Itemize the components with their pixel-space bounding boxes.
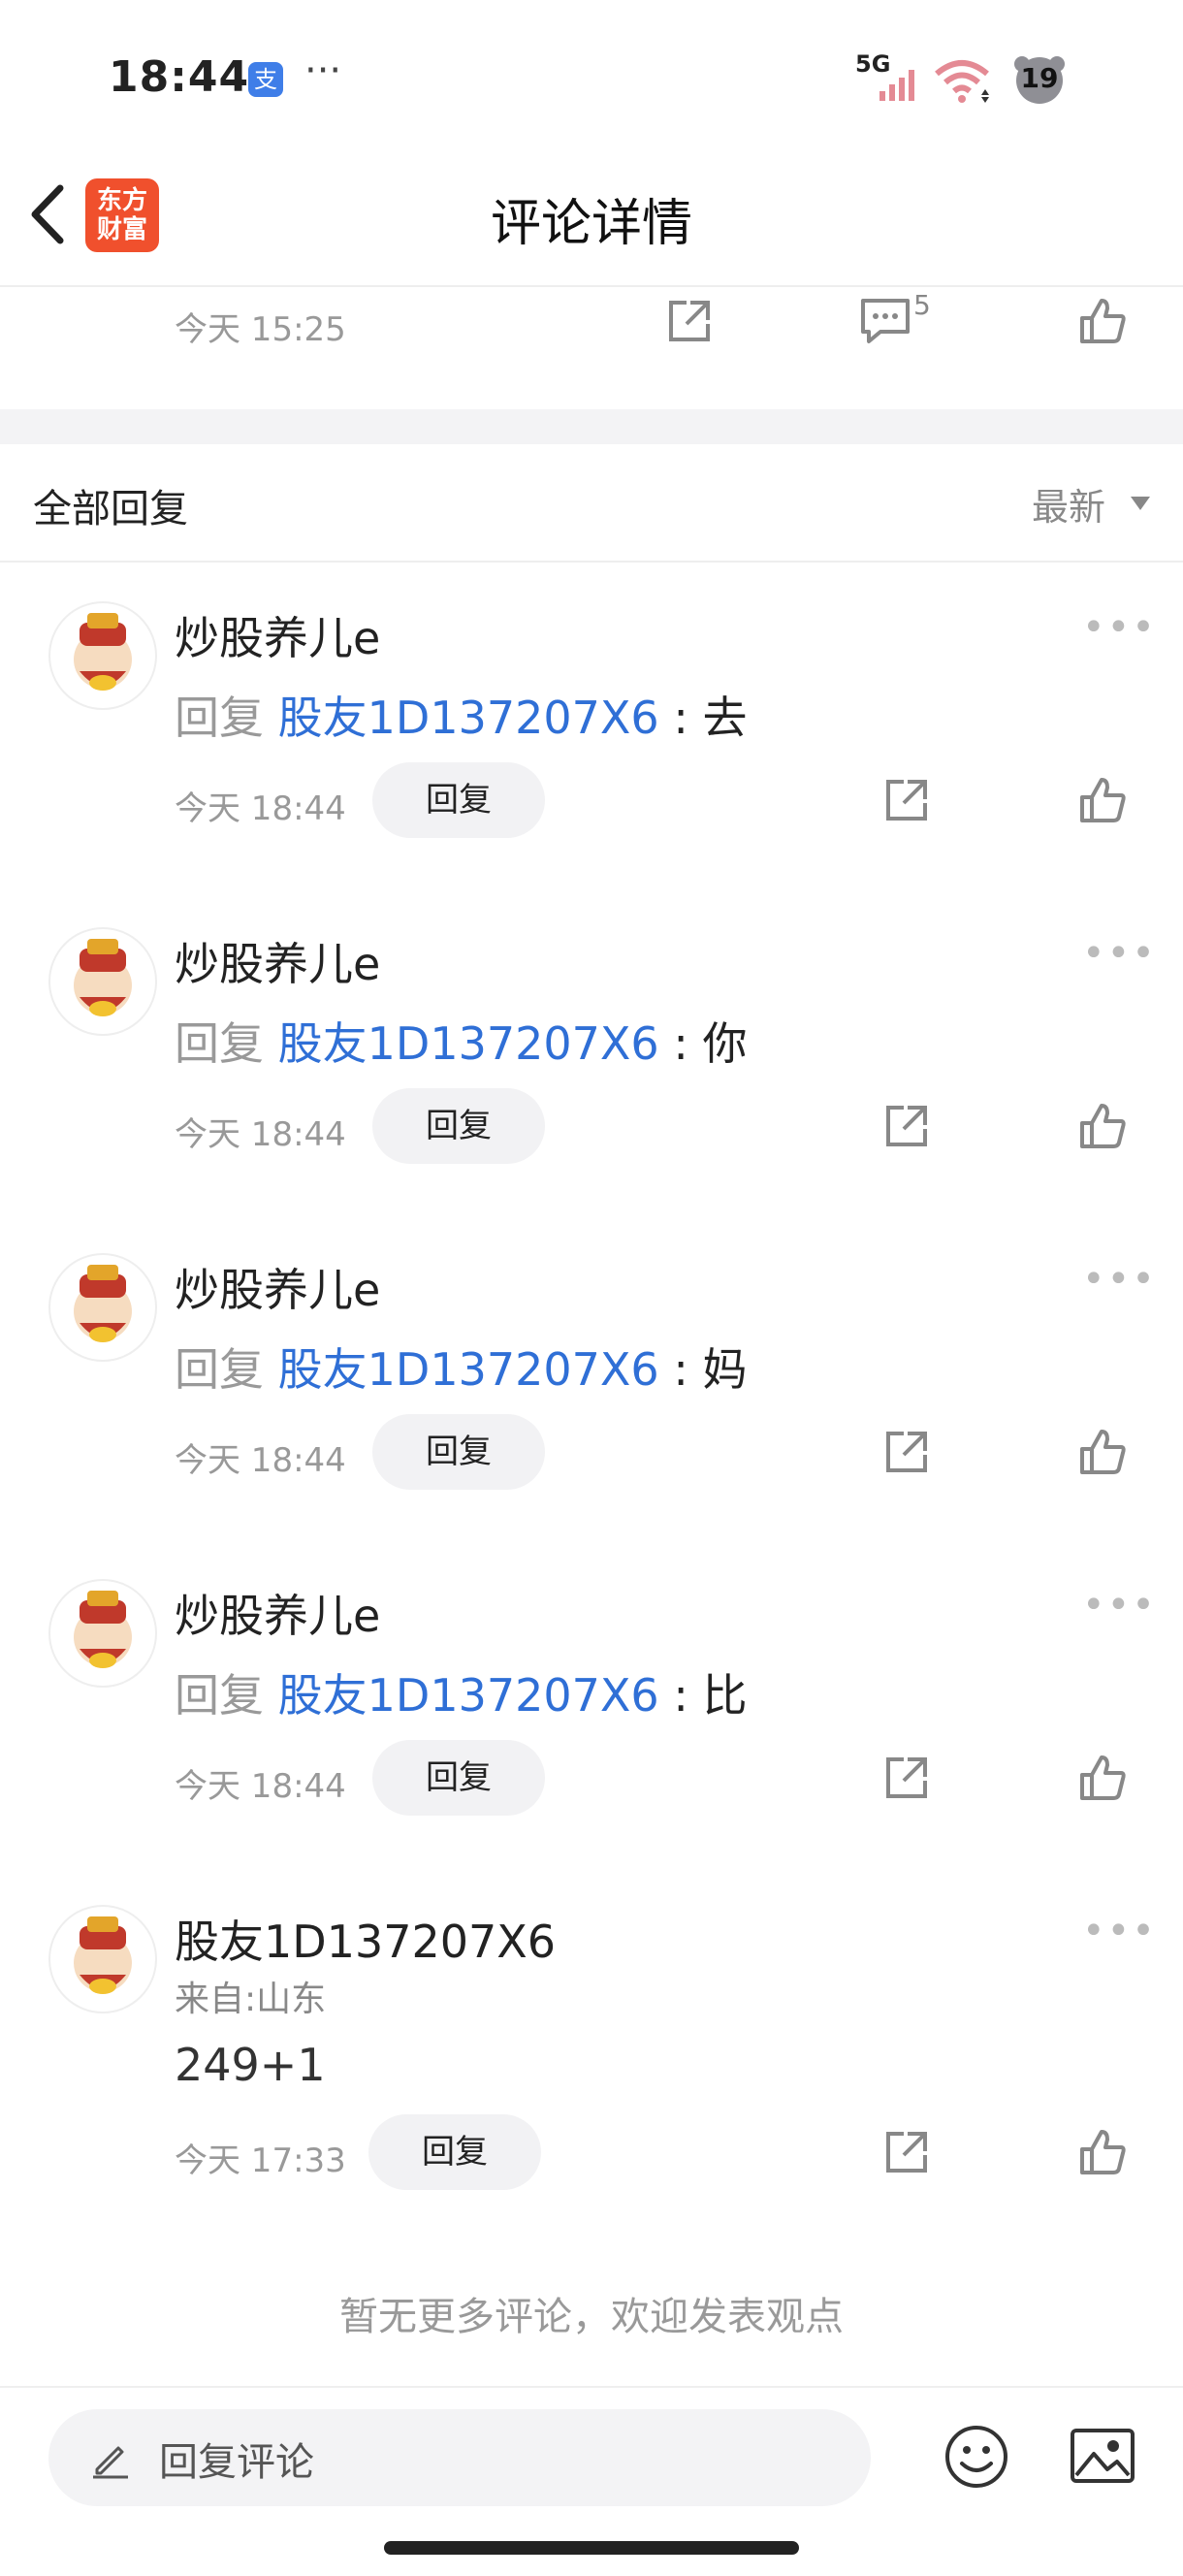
sort-dropdown[interactable]: 最新 bbox=[1032, 477, 1105, 531]
nav-divider bbox=[0, 285, 1183, 287]
emoji-icon[interactable] bbox=[943, 2423, 1010, 2491]
reply-item: 炒股养儿e ••• 回复 股友1D137207X6 : 比 今天 18:44 回… bbox=[0, 1579, 1183, 1831]
reply-item: 炒股养儿e ••• 回复 股友1D137207X6 : 你 今天 18:44 回… bbox=[0, 927, 1183, 1179]
reply-button[interactable]: 回复 bbox=[372, 1414, 545, 1490]
share-icon[interactable] bbox=[882, 1102, 931, 1150]
reply-username[interactable]: 炒股养儿e bbox=[175, 1255, 380, 1319]
reply-input-placeholder[interactable]: 回复评论 bbox=[159, 2431, 314, 2487]
reply-target-user[interactable]: 股友1D137207X6 bbox=[278, 1669, 659, 1722]
reply-button[interactable]: 回复 bbox=[372, 762, 545, 838]
reply-separator: : bbox=[673, 692, 688, 744]
reply-separator: : bbox=[673, 1669, 688, 1722]
more-icon[interactable]: ••• bbox=[1082, 1257, 1157, 1302]
share-icon[interactable] bbox=[882, 776, 931, 824]
reply-target-user[interactable]: 股友1D137207X6 bbox=[278, 1017, 659, 1070]
comment-count: 5 bbox=[913, 289, 931, 321]
header-divider bbox=[0, 561, 1183, 563]
reply-prefix: 回复 bbox=[175, 1669, 264, 1722]
reply-content: 回复 股友1D137207X6 : 比 bbox=[175, 1660, 747, 1724]
reply-time: 今天 18:44 bbox=[175, 1441, 346, 1480]
share-icon[interactable] bbox=[665, 297, 714, 345]
alipay-icon: 支 bbox=[248, 62, 283, 97]
reply-username[interactable]: 炒股养儿e bbox=[175, 929, 380, 993]
all-replies-title: 全部回复 bbox=[33, 487, 188, 531]
wifi-icon bbox=[935, 60, 989, 103]
reply-target-user[interactable]: 股友1D137207X6 bbox=[278, 692, 659, 744]
comment-username[interactable]: 股友1D137207X6 bbox=[175, 1907, 556, 1971]
reply-button[interactable]: 回复 bbox=[372, 1740, 545, 1816]
reply-time: 今天 18:44 bbox=[175, 789, 346, 828]
avatar-image bbox=[74, 613, 132, 691]
reply-prefix: 回复 bbox=[175, 1343, 264, 1396]
more-icon[interactable]: ••• bbox=[1082, 931, 1157, 976]
share-icon[interactable] bbox=[882, 2128, 931, 2176]
bottom-bar-divider bbox=[0, 2386, 1183, 2388]
reply-text: 比 bbox=[702, 1669, 748, 1722]
like-icon[interactable] bbox=[1078, 1102, 1127, 1150]
avatar[interactable] bbox=[48, 1905, 157, 2013]
reply-username[interactable]: 炒股养儿e bbox=[175, 1581, 380, 1645]
battery-icon: 19 bbox=[1008, 54, 1071, 107]
sort-caret-icon[interactable] bbox=[1131, 497, 1150, 510]
avatar[interactable] bbox=[48, 1579, 157, 1688]
avatar-image bbox=[74, 939, 132, 1016]
status-time: 18:44 bbox=[109, 52, 250, 102]
comment-text: 249+1 bbox=[175, 2039, 326, 2091]
reply-separator: : bbox=[673, 1017, 688, 1070]
reply-content: 回复 股友1D137207X6 : 妈 bbox=[175, 1335, 747, 1399]
reply-prefix: 回复 bbox=[175, 1017, 264, 1070]
like-icon[interactable] bbox=[1078, 776, 1127, 824]
reply-username[interactable]: 炒股养儿e bbox=[175, 603, 380, 667]
reply-item: 炒股养儿e ••• 回复 股友1D137207X6 : 去 今天 18:44 回… bbox=[0, 601, 1183, 853]
reply-button[interactable]: 回复 bbox=[368, 2114, 541, 2190]
signal-icon bbox=[879, 70, 914, 101]
more-icon[interactable]: ••• bbox=[1082, 605, 1157, 650]
like-icon[interactable] bbox=[1078, 2128, 1127, 2176]
reply-time: 今天 18:44 bbox=[175, 1115, 346, 1154]
more-icon[interactable]: ••• bbox=[1082, 1583, 1157, 1627]
more-icon[interactable]: ••• bbox=[1082, 1909, 1157, 1953]
avatar-image bbox=[74, 1916, 132, 1994]
reply-separator: : bbox=[673, 1343, 688, 1396]
comment-item: 股友1D137207X6 ••• 来自:山东 249+1 今天 17:33 回复 bbox=[0, 1905, 1183, 2196]
like-icon[interactable] bbox=[1078, 1754, 1127, 1802]
reply-item: 炒股养儿e ••• 回复 股友1D137207X6 : 妈 今天 18:44 回… bbox=[0, 1253, 1183, 1505]
reply-button[interactable]: 回复 bbox=[372, 1088, 545, 1164]
page-title: 评论详情 bbox=[490, 195, 692, 253]
reply-content: 回复 股友1D137207X6 : 你 bbox=[175, 1009, 747, 1073]
reply-prefix: 回复 bbox=[175, 692, 264, 744]
like-icon[interactable] bbox=[1078, 1428, 1127, 1476]
section-gap bbox=[0, 409, 1183, 444]
image-icon[interactable] bbox=[1069, 2425, 1136, 2487]
comment-time: 今天 17:33 bbox=[175, 2141, 346, 2180]
status-more-icon: ··· bbox=[304, 48, 342, 93]
reply-target-user[interactable]: 股友1D137207X6 bbox=[278, 1343, 659, 1396]
avatar-image bbox=[74, 1265, 132, 1342]
home-indicator[interactable] bbox=[384, 2541, 799, 2555]
avatar-image bbox=[74, 1591, 132, 1668]
like-icon[interactable] bbox=[1078, 297, 1127, 345]
reply-text: 妈 bbox=[702, 1343, 748, 1396]
reply-content: 回复 股友1D137207X6 : 去 bbox=[175, 683, 747, 747]
comment-icon[interactable] bbox=[859, 297, 911, 345]
share-icon[interactable] bbox=[882, 1428, 931, 1476]
no-more-comments-note: 暂无更多评论，欢迎发表观点 bbox=[339, 2295, 844, 2339]
reply-text: 你 bbox=[702, 1017, 748, 1070]
comment-location: 来自:山东 bbox=[175, 1980, 327, 2019]
reply-time: 今天 18:44 bbox=[175, 1767, 346, 1806]
avatar[interactable] bbox=[48, 601, 157, 710]
share-icon[interactable] bbox=[882, 1754, 931, 1802]
reply-text: 去 bbox=[702, 692, 748, 744]
avatar[interactable] bbox=[48, 1253, 157, 1362]
battery-level: 19 bbox=[1020, 62, 1059, 94]
parent-comment-time: 今天 15:25 bbox=[175, 310, 346, 349]
pencil-icon bbox=[93, 2446, 128, 2479]
avatar[interactable] bbox=[48, 927, 157, 1036]
